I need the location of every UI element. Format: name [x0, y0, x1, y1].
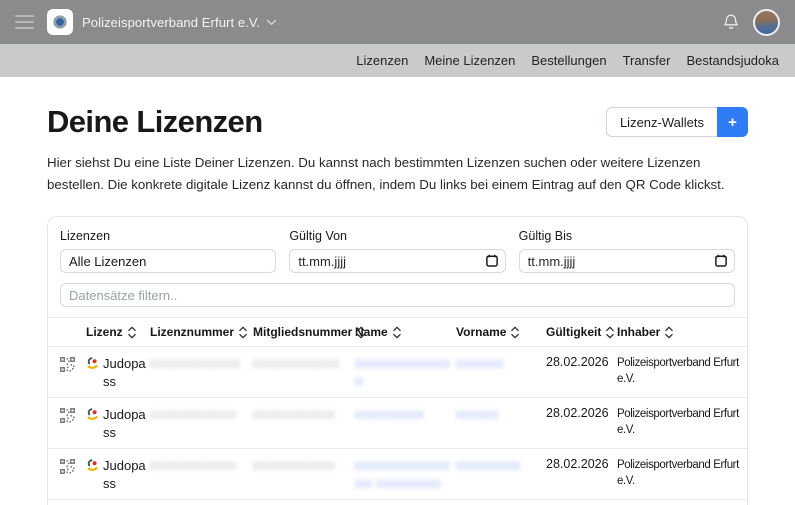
redacted-license-number: IIIIIIIIIIIIIIIIIIII [150, 406, 237, 424]
license-type-cell: Judopass [86, 406, 150, 442]
sort-icon [238, 326, 248, 339]
judopass-icon [86, 408, 99, 421]
table-row: Judopass IIIIIIIIIIIIIIIIIIIII IIIIIIIII… [48, 346, 747, 397]
member-number-cell: IIIIIIIIIIIIIIIIIII [253, 457, 355, 478]
sort-icon [127, 326, 137, 339]
search-input[interactable] [60, 283, 735, 307]
redacted-license-number: IIIIIIIIIIIIIIIIIIIII [150, 355, 241, 373]
table-row: Judopass IIIIIIIIIIIIIIIIIIII IIIIIIIIII… [48, 448, 747, 499]
table-row: Judopass IIIIIIIIIIIIIIIIIIII IIIIIIIIII… [48, 397, 747, 448]
valid-to-input[interactable] [519, 249, 735, 273]
header-right [723, 9, 780, 36]
header-left: Polizeisportverband Erfurt e.V. [15, 9, 277, 35]
qr-code-icon[interactable] [60, 457, 86, 477]
user-avatar[interactable] [753, 9, 780, 36]
name-cell: IIIIIIIIIIIIIIIIIIIIIIIIII IIIIIIIIIIIII… [355, 457, 456, 493]
column-header-mitgliedsnummer[interactable]: Mitgliedsnummer [253, 325, 355, 339]
column-header-lizenz[interactable]: Lizenz [86, 325, 150, 339]
nav-item-bestandsjudoka[interactable]: Bestandsjudoka [686, 53, 779, 68]
license-type-label: Judopass [103, 355, 150, 391]
first-name-cell: IIIIIIIIIII [456, 355, 546, 373]
table-header-row: Lizenz Lizenznummer Mitgliedsnummer Name [48, 317, 747, 346]
sort-icon [510, 326, 520, 339]
license-type-cell: Judopass [86, 457, 150, 493]
redacted-first-name-link[interactable]: IIIIIIIIII [456, 406, 499, 424]
valid-to-label: Gültig Bis [519, 229, 735, 243]
valid-to-field: Gültig Bis [519, 229, 735, 273]
column-header-inhaber[interactable]: Inhaber [617, 325, 742, 339]
redacted-first-name-link[interactable]: IIIIIIIIIIIIIII [456, 457, 521, 475]
first-name-cell: IIIIIIIIII [456, 406, 546, 424]
menu-icon[interactable] [15, 15, 34, 29]
name-cell: IIIIIIIIIIIIIIIIIIIIIIII [355, 355, 456, 391]
column-header-lizenznummer[interactable]: Lizenznummer [150, 325, 253, 339]
member-number-cell: IIIIIIIIIIIIIIIIIIII [253, 355, 355, 376]
judopass-icon [86, 459, 99, 472]
validity-cell: 28.02.2026 [546, 406, 617, 420]
nav-item-lizenzen[interactable]: Lizenzen [356, 53, 408, 68]
member-number-cell: IIIIIIIIIIIIIIIIIII [253, 406, 355, 427]
license-type-cell: Judopass [86, 355, 150, 391]
license-filter-label: Lizenzen [60, 229, 276, 243]
redacted-name-link[interactable]: IIIIIIIIIIIIIIIIIIIIIIIIII IIIIIIIIIIIII… [355, 457, 451, 493]
redacted-member-number: IIIIIIIIIIIIIIIIIII [253, 457, 335, 475]
redacted-name-link[interactable]: IIIIIIIIIIIIIIIIIIIIIIII [355, 355, 451, 391]
license-number-cell: IIIIIIIIIIIIIIIIIIII [150, 457, 253, 478]
redacted-member-number: IIIIIIIIIIIIIIIIIII [253, 406, 335, 424]
valid-from-input[interactable] [289, 249, 505, 273]
qr-code-icon[interactable] [60, 406, 86, 426]
calendar-icon[interactable] [486, 254, 498, 267]
license-number-cell: IIIIIIIIIIIIIIIIIIII [150, 406, 253, 427]
owner-cell: Polizeisportverband Erfurt e.V. [617, 406, 742, 438]
license-filter-select[interactable] [60, 249, 276, 273]
column-header-vorname[interactable]: Vorname [456, 325, 546, 339]
nav-item-meine-lizenzen[interactable]: Meine Lizenzen [424, 53, 515, 68]
owner-cell: Polizeisportverband Erfurt e.V. [617, 355, 742, 387]
page-title: Deine Lizenzen [47, 104, 263, 140]
license-number-cell: IIIIIIIIIIIIIIIIIIIII [150, 355, 253, 376]
license-type-label: Judopass [103, 457, 150, 493]
lizenz-wallets-button[interactable]: Lizenz-Wallets [606, 107, 717, 137]
page-description: Hier siehst Du eine Liste Deiner Lizenze… [47, 152, 748, 195]
judopass-icon [86, 357, 99, 370]
name-cell: IIIIIIIIIIIIIIII [355, 406, 456, 424]
license-type-label: Judopass [103, 406, 150, 442]
org-name[interactable]: Polizeisportverband Erfurt e.V. [82, 15, 260, 30]
column-header-name[interactable]: Name [355, 325, 456, 339]
notifications-bell-icon[interactable] [723, 13, 739, 31]
org-logo [47, 9, 73, 35]
chevron-down-icon[interactable] [266, 19, 277, 26]
filter-row: Lizenzen Gültig Von Gültig Bis [60, 229, 735, 273]
redacted-license-number: IIIIIIIIIIIIIIIIIIII [150, 457, 237, 475]
org-emblem-icon [52, 14, 68, 30]
table-row: Judopass IIIIIIIIIIIIIIIIIIIII IIIIIIIII… [48, 499, 747, 505]
validity-cell: 28.02.2026 [546, 457, 617, 471]
title-row: Deine Lizenzen Lizenz-Wallets + [47, 104, 748, 140]
license-filter-field: Lizenzen [60, 229, 276, 273]
licenses-panel: Lizenzen Gültig Von Gültig Bis [47, 216, 748, 505]
app-window: Polizeisportverband Erfurt e.V. Lizenzen… [0, 0, 795, 505]
redacted-first-name-link[interactable]: IIIIIIIIIII [456, 355, 504, 373]
main-nav: Lizenzen Meine Lizenzen Bestellungen Tra… [0, 44, 795, 77]
validity-cell: 28.02.2026 [546, 355, 617, 369]
sort-icon [664, 326, 674, 339]
licenses-table: Lizenz Lizenznummer Mitgliedsnummer Name [48, 317, 747, 505]
nav-item-transfer[interactable]: Transfer [623, 53, 671, 68]
wallet-button-group: Lizenz-Wallets + [606, 107, 748, 137]
valid-from-label: Gültig Von [289, 229, 505, 243]
qr-code-icon[interactable] [60, 355, 86, 375]
owner-cell: Polizeisportverband Erfurt e.V. [617, 457, 742, 489]
top-header: Polizeisportverband Erfurt e.V. [0, 0, 795, 44]
sort-icon [605, 326, 615, 339]
main-content: Deine Lizenzen Lizenz-Wallets + Hier sie… [0, 104, 795, 505]
redacted-name-link[interactable]: IIIIIIIIIIIIIIII [355, 406, 424, 424]
first-name-cell: IIIIIIIIIIIIIII [456, 457, 546, 475]
calendar-icon[interactable] [715, 254, 727, 267]
nav-item-bestellungen[interactable]: Bestellungen [531, 53, 606, 68]
column-header-gueltigkeit[interactable]: Gültigkeit [546, 325, 617, 339]
valid-from-field: Gültig Von [289, 229, 505, 273]
sort-icon [392, 326, 402, 339]
add-wallet-button[interactable]: + [717, 107, 748, 137]
redacted-member-number: IIIIIIIIIIIIIIIIIIII [253, 355, 340, 373]
